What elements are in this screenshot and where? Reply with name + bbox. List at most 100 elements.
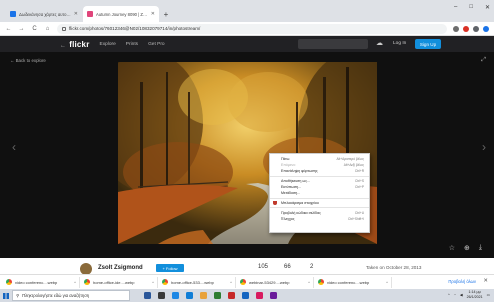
nav-explore[interactable]: Explore (100, 42, 116, 47)
task-view-icon[interactable] (144, 292, 151, 299)
tab-favicon-icon (87, 11, 93, 17)
taskbar-apps (144, 292, 277, 299)
menu-item-label: Έλεγχος (281, 216, 295, 221)
chrome-icon[interactable] (214, 292, 221, 299)
nav-get-pro[interactable]: Get Pro (148, 42, 165, 47)
download-item[interactable]: video conferenc....webp ^ (6, 276, 80, 288)
menu-item-cast[interactable]: Μετάδοση... (270, 190, 369, 196)
download-item[interactable]: webinar-53429....webp ^ (240, 276, 314, 288)
download-filename: home-office-533....webp (171, 279, 214, 285)
clock-date: 26/1/2021 (466, 294, 483, 299)
extension-icon[interactable] (463, 25, 469, 32)
profile-avatar-icon[interactable] (483, 25, 489, 32)
taskbar-clock[interactable]: 1:14 μμ 26/1/2021 (467, 290, 483, 299)
flickr-header: ← flickr Explore Prints Get Pro ☁ Log In … (0, 36, 494, 52)
notifications-icon[interactable]: ▭ (487, 293, 490, 297)
cloud-upload-icon[interactable]: ☁ (376, 39, 385, 48)
menu-item-inspect[interactable]: Έλεγχος Ctrl+Shift+I (270, 216, 369, 222)
extensions-area (453, 25, 489, 32)
menu-item-label: Μπλοκάρισμα στοιχείου (281, 200, 319, 205)
download-item[interactable]: home-office-533....webp ^ (162, 276, 236, 288)
signup-button[interactable]: Sign Up (415, 39, 441, 49)
window-controls: – □ ✕ (454, 4, 490, 11)
back-button[interactable]: ← (5, 26, 12, 32)
menu-item-label: Μετάδοση... (281, 191, 301, 196)
download-item[interactable]: video conferenc....webp ^ (318, 276, 392, 288)
start-button[interactable] (0, 289, 12, 302)
menu-item-shortcut: Alt+Αριστερό βέλος (336, 157, 364, 162)
chrome-file-icon (84, 279, 90, 285)
menu-item-label: Προβολή κώδικα σελίδας (281, 210, 321, 215)
search-placeholder: Πληκτρολογήστε εδώ για αναζήτηση (22, 293, 90, 298)
word-icon[interactable] (242, 292, 249, 299)
star-icon[interactable] (453, 25, 459, 32)
downloads-bar: video conferenc....webp ^ home-office-id… (0, 274, 494, 289)
chevron-up-icon[interactable]: ^ (448, 293, 450, 297)
author-name[interactable]: Zsolt Zsigmond (98, 265, 143, 271)
share-icon[interactable]: ⊕ (464, 244, 470, 252)
menu-item-block-element[interactable]: Μπλοκάρισμα στοιχείου (270, 200, 369, 206)
expand-icon[interactable]: ⤢ (481, 57, 486, 64)
chrome-file-icon (162, 279, 168, 285)
follow-button[interactable]: + Follow (156, 264, 184, 272)
show-all-downloads-link[interactable]: Προβολή όλων (448, 279, 476, 284)
close-downloads-icon[interactable]: ✕ (483, 278, 488, 284)
flickr-search-input[interactable] (298, 39, 368, 49)
search-icon: ⚲ (16, 293, 20, 298)
chevron-up-icon[interactable]: ^ (308, 280, 310, 285)
taskbar-search-input[interactable]: ⚲ Πληκτρολογήστε εδώ για αναζήτηση (12, 290, 130, 301)
download-item[interactable]: home-office-ide....webp ^ (84, 276, 158, 288)
menu-separator (270, 175, 369, 177)
taskbar-app-icon[interactable] (270, 292, 277, 299)
stat-views: 105 (258, 264, 269, 270)
favorite-icon[interactable]: ☆ (449, 244, 455, 252)
tab-title: Autumn Journey 8090 | Zsolt Zsigmond... (96, 11, 148, 17)
extension-icon[interactable] (473, 25, 479, 32)
close-window-button[interactable]: ✕ (485, 4, 490, 11)
minimize-button[interactable]: – (454, 4, 457, 11)
file-explorer-icon[interactable] (200, 292, 207, 299)
chevron-up-icon[interactable]: ^ (74, 280, 76, 285)
menu-item-shortcut: Ctrl+U (354, 210, 364, 215)
new-tab-button[interactable]: + (160, 6, 172, 22)
menu-separator (270, 197, 369, 199)
next-photo-icon[interactable]: › (482, 140, 486, 154)
network-icon[interactable]: ◔ (454, 293, 456, 297)
photo-viewer: ← Back to explore ⤢ ‹ › ☆ ⊕ ⤓ (0, 52, 494, 258)
stat-faves: 66 (284, 264, 291, 270)
maximize-button[interactable]: □ (469, 4, 473, 11)
tab-favicon-icon (10, 11, 16, 17)
taskbar-app-icon[interactable] (228, 292, 235, 299)
taskbar-app-icon[interactable] (158, 292, 165, 299)
menu-item-label: Αποθήκευση ως... (281, 179, 310, 184)
chevron-up-icon[interactable]: ^ (386, 280, 388, 285)
login-link[interactable]: Log In (393, 41, 406, 46)
menu-item-shortcut: Ctrl+R (354, 169, 364, 174)
menu-item-label: Επόμενο (281, 163, 296, 168)
menu-item-reload[interactable]: Επανάληψη φόρτωσης Ctrl+R (270, 168, 369, 174)
tab-close-icon[interactable]: ✕ (151, 11, 155, 17)
chrome-file-icon (318, 279, 324, 285)
tab-close-icon[interactable]: ✕ (74, 11, 78, 17)
edge-icon[interactable] (172, 292, 179, 299)
forward-button[interactable]: → (18, 26, 25, 32)
photo-actions: ☆ ⊕ ⤓ (449, 244, 482, 252)
chevron-up-icon[interactable]: ^ (230, 280, 232, 285)
reload-button[interactable]: C (31, 26, 38, 32)
previous-photo-icon[interactable]: ‹ (12, 140, 16, 154)
download-filename: home-office-ide....webp (93, 279, 135, 285)
volume-icon[interactable]: ◀ (460, 293, 463, 297)
address-bar[interactable]: flickr.com/photos/76012346@N02/108320797… (57, 23, 447, 34)
browser-tab-0[interactable]: Δωδεκάνησα χάρτες αυτοκινήτων σελίδ... ✕ (6, 6, 82, 22)
download-icon[interactable]: ⤓ (479, 244, 482, 252)
stat-comments: 2 (310, 264, 314, 270)
store-icon[interactable] (186, 292, 193, 299)
back-to-explore-link[interactable]: ← Back to explore (10, 58, 46, 63)
chevron-up-icon[interactable]: ^ (152, 280, 154, 285)
flickr-logo[interactable]: ← flickr (60, 40, 90, 49)
taskbar-app-icon[interactable] (256, 292, 263, 299)
menu-item-shortcut: Alt+Δεξί βέλος (343, 163, 364, 168)
nav-prints[interactable]: Prints (126, 42, 138, 47)
browser-tab-1[interactable]: Autumn Journey 8090 | Zsolt Zsigmond... … (83, 6, 159, 22)
home-button[interactable]: ⌂ (44, 26, 51, 32)
